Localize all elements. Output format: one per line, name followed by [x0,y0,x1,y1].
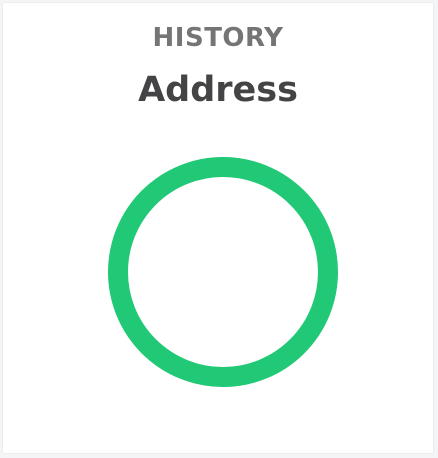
card-eyebrow-label: HISTORY [152,23,284,53]
card-title: Address [138,70,298,110]
status-ring-icon [107,156,339,388]
status-ring-circle [108,157,338,387]
history-card[interactable]: HISTORY Address [2,2,434,454]
